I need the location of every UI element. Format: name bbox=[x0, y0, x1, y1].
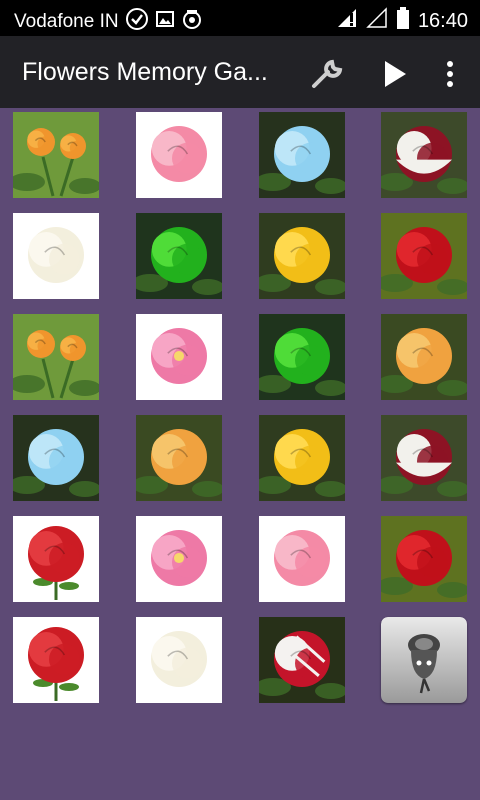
signal-empty-icon bbox=[366, 7, 388, 35]
memory-card-blue-rose[interactable] bbox=[13, 415, 99, 501]
memory-card-white-rose[interactable] bbox=[136, 617, 222, 703]
memory-card-red-white-rose[interactable] bbox=[381, 112, 467, 198]
memory-card-pink-rose[interactable] bbox=[136, 112, 222, 198]
app-bar: Flowers Memory Ga... bbox=[0, 36, 480, 108]
memory-card-orange-roses[interactable] bbox=[13, 112, 99, 198]
memory-card-grid bbox=[0, 108, 480, 800]
camera-icon bbox=[181, 8, 203, 36]
memory-card-pink-rose[interactable] bbox=[259, 516, 345, 602]
clock: 16:40 bbox=[417, 9, 468, 32]
status-left: Vodafone IN bbox=[14, 7, 203, 37]
card-back-rose-logo[interactable] bbox=[381, 617, 467, 703]
memory-card-red-white-rose[interactable] bbox=[381, 415, 467, 501]
memory-card-yellow-rose[interactable] bbox=[259, 213, 345, 299]
memory-card-green-rose[interactable] bbox=[136, 213, 222, 299]
status-right: 16:40 bbox=[336, 7, 468, 35]
memory-card-green-rose[interactable] bbox=[259, 314, 345, 400]
memory-card-orange-peach-rose[interactable] bbox=[136, 415, 222, 501]
overflow-menu-icon[interactable] bbox=[432, 56, 468, 92]
memory-card-red-rose-cutout[interactable] bbox=[13, 617, 99, 703]
wrench-icon[interactable] bbox=[310, 56, 346, 92]
memory-card-red-white-striped-rose[interactable] bbox=[259, 617, 345, 703]
battery-icon bbox=[396, 7, 410, 35]
signal-icon bbox=[336, 7, 358, 35]
memory-card-pink-camellia[interactable] bbox=[136, 314, 222, 400]
play-icon[interactable] bbox=[378, 56, 414, 92]
memory-card-white-rose[interactable] bbox=[13, 213, 99, 299]
status-bar: Vodafone IN 16:40 bbox=[0, 0, 480, 36]
app-title: Flowers Memory Ga... bbox=[22, 58, 268, 86]
memory-card-orange-peach-rose[interactable] bbox=[381, 314, 467, 400]
memory-card-blue-rose[interactable] bbox=[259, 112, 345, 198]
memory-card-orange-roses[interactable] bbox=[13, 314, 99, 400]
memory-card-yellow-rose[interactable] bbox=[259, 415, 345, 501]
memory-card-red-rose-cutout[interactable] bbox=[13, 516, 99, 602]
memory-card-red-rose[interactable] bbox=[381, 516, 467, 602]
carrier-label: Vodafone IN bbox=[14, 11, 119, 32]
image-icon bbox=[155, 9, 175, 35]
memory-card-pink-camellia[interactable] bbox=[136, 516, 222, 602]
memory-card-red-rose[interactable] bbox=[381, 213, 467, 299]
check-circle-icon bbox=[125, 7, 149, 37]
